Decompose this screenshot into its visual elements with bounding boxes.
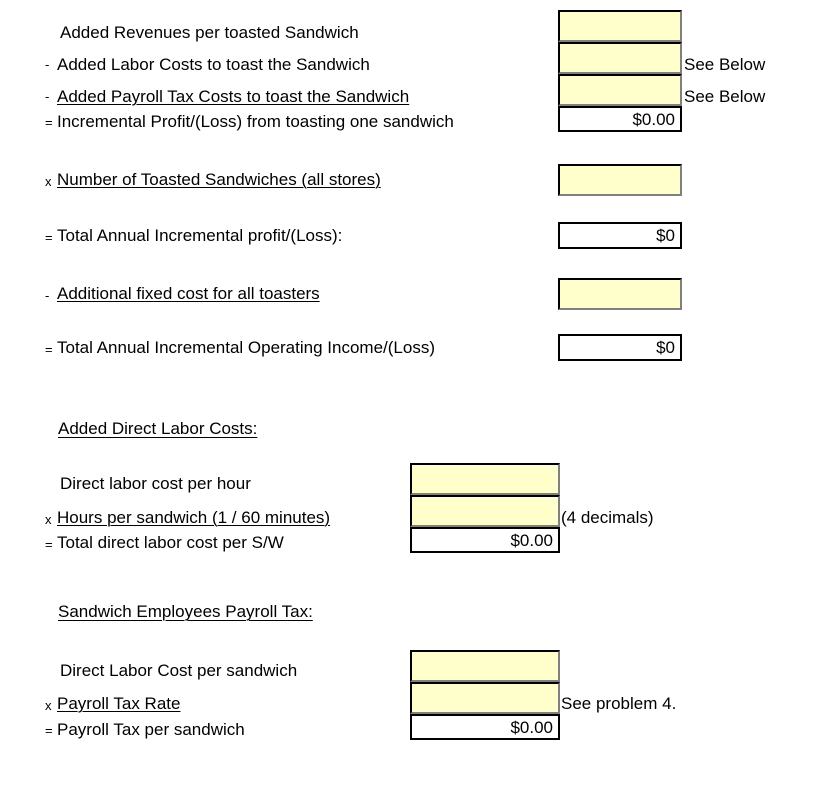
input-additional-fixed-cost[interactable] <box>558 278 682 310</box>
row-label-added-labor-costs: Added Labor Costs to toast the Sandwich <box>57 55 370 74</box>
section-heading-sandwich-employees-payroll-tax: Sandwich Employees Payroll Tax: <box>58 602 313 621</box>
row-label-added-revenues: Added Revenues per toasted Sandwich <box>60 23 359 42</box>
row-label-payroll-tax-rate: Payroll Tax Rate <box>57 694 181 713</box>
row-label-total-annual-incremental-profit: Total Annual Incremental profit/(Loss): <box>57 226 343 245</box>
operator-symbol: - <box>45 89 50 104</box>
input-payroll-tax-rate[interactable] <box>410 682 560 714</box>
input-direct-labor-cost-per-sandwich[interactable] <box>410 650 560 682</box>
input-added-labor-costs[interactable] <box>558 42 682 74</box>
row-label-direct-labor-cost-per-sandwich: Direct Labor Cost per sandwich <box>60 661 298 680</box>
operator-symbol: - <box>45 288 50 303</box>
input-added-payroll-tax-costs[interactable] <box>558 74 682 106</box>
input-number-of-toasted-sandwiches[interactable] <box>558 164 682 196</box>
result-incremental-profit: $0.00 <box>558 106 682 132</box>
row-label-incremental-profit: Incremental Profit/(Loss) from toasting … <box>57 112 454 131</box>
row-label-additional-fixed-cost: Additional fixed cost for all toasters <box>57 284 320 303</box>
row-label-number-of-toasted-sandwiches: Number of Toasted Sandwiches (all stores… <box>57 170 381 189</box>
main-section-cell-group: $0.00 <box>558 10 682 132</box>
operator-symbol: x <box>45 174 52 189</box>
operator-symbol: x <box>45 512 52 527</box>
labor-section-cell-group: $0.00 <box>410 463 560 553</box>
row-label-payroll-tax-per-sandwich: Payroll Tax per sandwich <box>57 720 245 739</box>
row-note-four-decimals: (4 decimals) <box>561 508 654 527</box>
operator-symbol: - <box>45 57 50 72</box>
row-note-see-below-labor: See Below <box>684 55 766 74</box>
operator-symbol: = <box>45 230 53 245</box>
row-label-hours-per-sandwich: Hours per sandwich (1 / 60 minutes) <box>57 508 331 527</box>
worksheet-canvas: Added Revenues per toasted Sandwich - Ad… <box>0 0 817 801</box>
input-hours-per-sandwich[interactable] <box>410 495 560 527</box>
result-total-annual-operating-income: $0 <box>558 334 682 361</box>
payroll-section-cell-group: $0.00 <box>410 650 560 740</box>
section-heading-added-direct-labor-costs: Added Direct Labor Costs: <box>58 419 258 438</box>
row-label-direct-labor-cost-per-hour: Direct labor cost per hour <box>60 474 251 493</box>
input-direct-labor-cost-per-hour[interactable] <box>410 463 560 495</box>
result-total-direct-labor-cost: $0.00 <box>410 527 560 553</box>
row-note-see-problem-4: See problem 4. <box>561 694 677 713</box>
operator-symbol: = <box>45 342 53 357</box>
result-total-annual-incremental-profit: $0 <box>558 222 682 249</box>
row-note-see-below-payroll: See Below <box>684 87 766 106</box>
operator-symbol: x <box>45 698 52 713</box>
row-label-total-annual-operating-income: Total Annual Incremental Operating Incom… <box>57 338 435 357</box>
operator-symbol: = <box>45 723 53 738</box>
row-label-added-payroll-tax-costs: Added Payroll Tax Costs to toast the San… <box>57 87 410 106</box>
row-label-total-direct-labor-cost: Total direct labor cost per S/W <box>57 533 284 552</box>
result-payroll-tax-per-sandwich: $0.00 <box>410 714 560 740</box>
operator-symbol: = <box>45 115 53 130</box>
input-added-revenues[interactable] <box>558 10 682 42</box>
operator-symbol: = <box>45 537 53 552</box>
